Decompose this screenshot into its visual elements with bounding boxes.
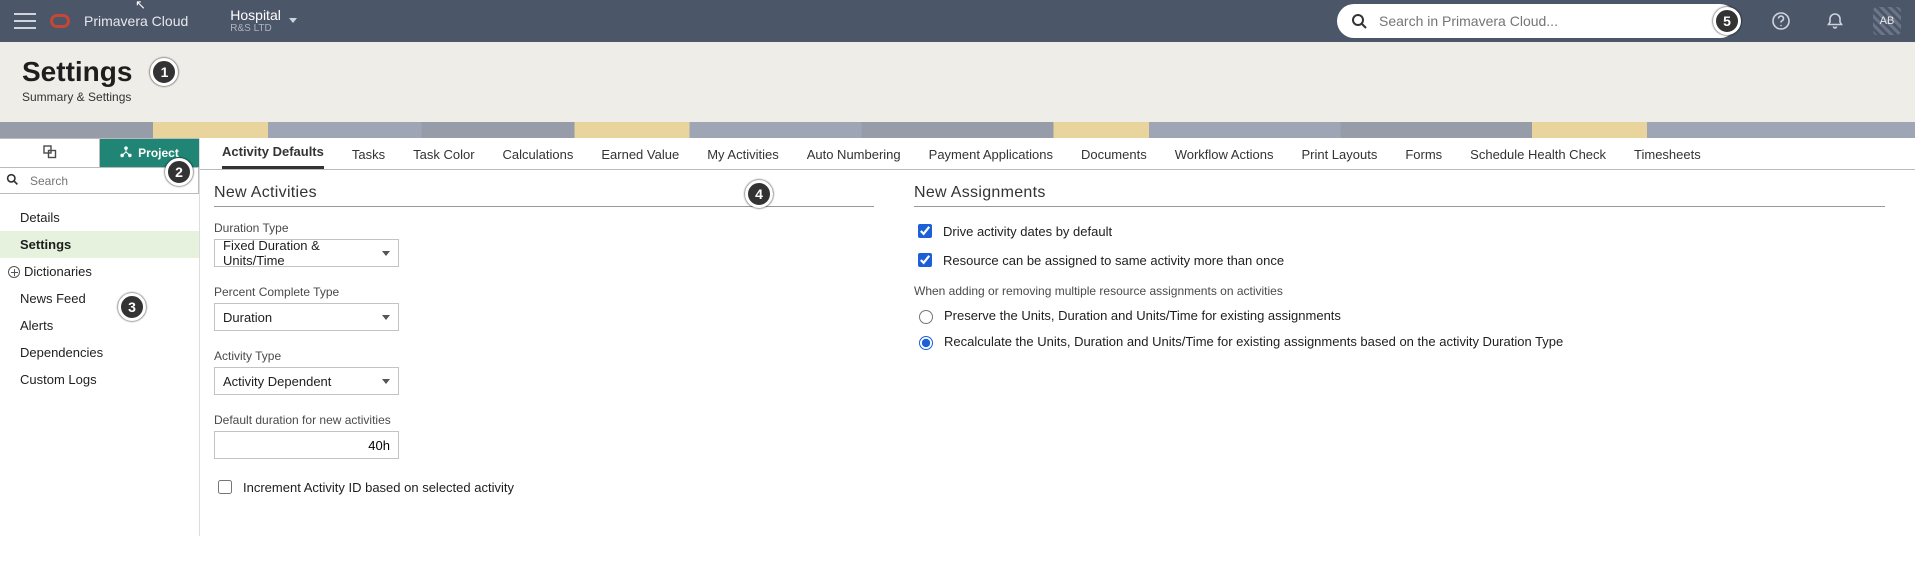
new-activities-title: New Activities bbox=[214, 184, 874, 202]
duration-type-label: Duration Type bbox=[214, 221, 874, 235]
sidebar-item[interactable]: Custom Logs bbox=[0, 366, 199, 393]
callout-4: 4 bbox=[745, 180, 773, 208]
tab[interactable]: Earned Value bbox=[601, 147, 679, 169]
tab[interactable]: My Activities bbox=[707, 147, 779, 169]
callout-3: 3 bbox=[118, 293, 146, 321]
tab[interactable]: Tasks bbox=[352, 147, 385, 169]
duration-type-select[interactable]: Fixed Duration & Units/Time bbox=[214, 239, 399, 267]
cursor-icon: ↖ bbox=[135, 0, 146, 13]
page-header: Settings 1 Summary & Settings bbox=[0, 42, 1915, 122]
context-sub: R&S LTD bbox=[230, 23, 281, 34]
sidebar-item[interactable]: Settings bbox=[0, 231, 199, 258]
sidebar-item[interactable]: Dictionaries bbox=[0, 258, 199, 285]
tab[interactable]: Task Color bbox=[413, 147, 474, 169]
settings-tabs: Activity Defaults Tasks Task Color Calculat… bbox=[200, 138, 1915, 170]
bell-icon[interactable] bbox=[1825, 11, 1845, 31]
tab[interactable]: Print Layouts bbox=[1301, 147, 1377, 169]
multi-assign-checkbox[interactable]: Resource can be assigned to same activit… bbox=[914, 250, 1885, 270]
workspace-icon bbox=[43, 145, 57, 162]
callout-1: 1 bbox=[150, 58, 178, 86]
tab[interactable]: Workflow Actions bbox=[1175, 147, 1274, 169]
tab[interactable]: Schedule Health Check bbox=[1470, 147, 1606, 169]
callout-2: 2 bbox=[165, 158, 193, 186]
context-picker[interactable]: Hospital R&S LTD bbox=[230, 8, 297, 34]
global-header: ↖ Primavera Cloud Hospital R&S LTD 5 AB bbox=[0, 0, 1915, 42]
sidebar-item-label: Dictionaries bbox=[24, 264, 92, 279]
sidebar: Project 2 DetailsSettings Dictionaries New… bbox=[0, 138, 200, 536]
sidebar-item[interactable]: Details bbox=[0, 204, 199, 231]
divider bbox=[214, 206, 874, 207]
drive-dates-checkbox[interactable]: Drive activity dates by default bbox=[914, 221, 1885, 241]
sidebar-tab-project-label: Project bbox=[138, 146, 179, 160]
global-search[interactable]: 5 bbox=[1337, 4, 1737, 38]
increment-id-label: Increment Activity ID based on selected … bbox=[243, 480, 514, 495]
increment-id-checkbox[interactable]: Increment Activity ID based on selected … bbox=[214, 477, 874, 497]
page-subtitle: Summary & Settings bbox=[22, 90, 1893, 104]
tab[interactable]: Activity Defaults bbox=[222, 144, 324, 169]
radio-preserve-label: Preserve the Units, Duration and Units/T… bbox=[944, 308, 1341, 323]
new-assignments-title: New Assignments bbox=[914, 184, 1885, 202]
global-search-input[interactable] bbox=[1377, 12, 1723, 30]
context-main: Hospital bbox=[230, 8, 281, 23]
search-icon bbox=[1351, 13, 1367, 29]
sidebar-tab-ws[interactable] bbox=[0, 139, 100, 167]
new-assignments-section: New Assignments Drive activity dates by … bbox=[914, 184, 1885, 506]
pct-complete-type-select[interactable]: Duration bbox=[214, 303, 399, 331]
hamburger-menu-icon[interactable] bbox=[14, 13, 36, 29]
tab[interactable]: Auto Numbering bbox=[807, 147, 901, 169]
new-activities-section: New Activities Duration Type Fixed Durat… bbox=[214, 184, 874, 506]
chevron-down-icon bbox=[382, 379, 390, 384]
sidebar-item[interactable]: Alerts bbox=[0, 312, 199, 339]
activity-type-select[interactable]: Activity Dependent bbox=[214, 367, 399, 395]
radio-recalc-label: Recalculate the Units, Duration and Unit… bbox=[944, 334, 1563, 349]
tab[interactable]: Documents bbox=[1081, 147, 1147, 169]
main-panel: Activity Defaults Tasks Task Color Calculat… bbox=[200, 138, 1915, 536]
chevron-down-icon bbox=[382, 315, 390, 320]
help-icon[interactable] bbox=[1771, 11, 1791, 31]
tab[interactable]: Timesheets bbox=[1634, 147, 1701, 169]
callout-5: 5 bbox=[1713, 7, 1741, 35]
sidebar-nav: DetailsSettings Dictionaries News FeedAler… bbox=[0, 194, 199, 403]
duration-type-value: Fixed Duration & Units/Time bbox=[223, 238, 382, 268]
radio-preserve[interactable]: Preserve the Units, Duration and Units/T… bbox=[914, 307, 1885, 324]
project-icon bbox=[120, 146, 132, 161]
assignment-hint: When adding or removing multiple resourc… bbox=[914, 284, 1885, 298]
tab[interactable]: Forms bbox=[1405, 147, 1442, 169]
page-title: Settings bbox=[22, 56, 132, 88]
sidebar-item[interactable]: Dependencies bbox=[0, 339, 199, 366]
oracle-logo-icon bbox=[50, 14, 70, 28]
radio-recalc[interactable]: Recalculate the Units, Duration and Unit… bbox=[914, 333, 1885, 350]
user-avatar[interactable]: AB bbox=[1873, 7, 1901, 35]
tab[interactable]: Payment Applications bbox=[929, 147, 1053, 169]
activity-type-label: Activity Type bbox=[214, 349, 874, 363]
brand-name: Primavera Cloud bbox=[84, 13, 188, 29]
default-duration-input[interactable] bbox=[214, 431, 399, 459]
divider bbox=[914, 206, 1885, 207]
drive-dates-label: Drive activity dates by default bbox=[943, 224, 1112, 239]
expand-icon bbox=[8, 266, 20, 278]
default-duration-label: Default duration for new activities bbox=[214, 413, 874, 427]
pct-complete-type-label: Percent Complete Type bbox=[214, 285, 874, 299]
multi-assign-label: Resource can be assigned to same activit… bbox=[943, 253, 1284, 268]
chevron-down-icon bbox=[382, 251, 390, 256]
search-icon bbox=[6, 173, 22, 189]
activity-type-value: Activity Dependent bbox=[223, 374, 331, 389]
decorative-strip bbox=[0, 122, 1915, 138]
sidebar-item[interactable]: News Feed bbox=[0, 285, 199, 312]
tab[interactable]: Calculations bbox=[503, 147, 574, 169]
pct-complete-type-value: Duration bbox=[223, 310, 272, 325]
chevron-down-icon bbox=[289, 18, 297, 23]
